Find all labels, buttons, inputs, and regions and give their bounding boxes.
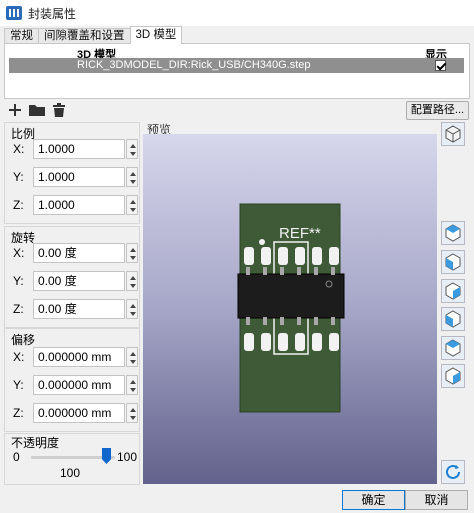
rotation-y-label: Y: [13, 274, 24, 288]
spin-down-icon[interactable] [130, 312, 136, 316]
spin-down-icon[interactable] [130, 208, 136, 212]
rotation-x-label: X: [13, 246, 25, 260]
scale-z-label: Z: [13, 198, 24, 212]
spin-down-icon[interactable] [130, 360, 136, 364]
rotation-z-input[interactable]: 0.00 度 [33, 299, 125, 319]
model-table: 3D 模型 显示 RICK_3DMODEL_DIR:Rick_USB/CH340… [4, 43, 470, 99]
offset-y-input[interactable]: 0.000000 mm [33, 375, 125, 395]
spin-up-icon[interactable] [130, 304, 136, 308]
view-right-icon[interactable] [441, 307, 465, 331]
tab-bar: 常规 间隙覆盖和设置 3D 模型 [4, 26, 183, 44]
rotation-z-row: Z: 0.00 度 [9, 299, 138, 319]
offset-z-input[interactable]: 0.000000 mm [33, 403, 125, 423]
spin-up-icon[interactable] [130, 172, 136, 176]
scale-x-label: X: [13, 142, 25, 156]
rotation-group: 旋转 X: 0.00 度 Y: 0.00 度 Z: 0.00 度 [4, 226, 140, 328]
scale-x-spinner[interactable] [126, 139, 138, 159]
view-top-icon[interactable] [441, 221, 465, 245]
scale-y-row: Y: 1.0000 [9, 167, 138, 187]
scale-x-input[interactable]: 1.0000 [33, 139, 125, 159]
spin-down-icon[interactable] [130, 256, 136, 260]
rotation-y-spinner[interactable] [126, 271, 138, 291]
view-left-icon[interactable] [441, 279, 465, 303]
offset-z-row: Z: 0.000000 mm [9, 403, 138, 423]
scale-x-row: X: 1.0000 [9, 139, 138, 159]
spin-down-icon[interactable] [130, 416, 136, 420]
chip-body [237, 273, 345, 319]
ok-button[interactable]: 确定 [342, 490, 405, 510]
offset-y-row: Y: 0.000000 mm [9, 375, 138, 395]
opacity-group: 不透明度 0 100 100 [4, 433, 140, 485]
app-icon [6, 6, 22, 20]
offset-y-label: Y: [13, 378, 24, 392]
scale-group: 比例 X: 1.0000 Y: 1.0000 Z: 1.0000 [4, 122, 140, 224]
spin-down-icon[interactable] [130, 180, 136, 184]
spin-up-icon[interactable] [130, 248, 136, 252]
trash-icon[interactable] [50, 101, 68, 119]
pin1-marker [259, 239, 265, 245]
scale-y-input[interactable]: 1.0000 [33, 167, 125, 187]
scale-y-label: Y: [13, 170, 24, 184]
reload-icon[interactable] [441, 460, 465, 484]
rotation-x-spinner[interactable] [126, 243, 138, 263]
ref-text: REF** [279, 225, 321, 242]
plus-icon[interactable] [6, 101, 24, 119]
spin-down-icon[interactable] [130, 388, 136, 392]
show-checkbox[interactable] [435, 60, 446, 71]
cancel-button[interactable]: 取消 [405, 490, 468, 510]
offset-x-spinner[interactable] [126, 347, 138, 367]
spin-up-icon[interactable] [130, 380, 136, 384]
tab-general[interactable]: 常规 [4, 28, 39, 44]
footprint-render: REF** [237, 203, 345, 413]
3d-preview[interactable]: REF** [143, 134, 437, 484]
scale-z-spinner[interactable] [126, 195, 138, 215]
folder-icon[interactable] [28, 101, 46, 119]
offset-title: 偏移 [11, 333, 36, 347]
spin-up-icon[interactable] [130, 200, 136, 204]
opacity-title: 不透明度 [11, 436, 60, 450]
opacity-slider-thumb[interactable] [102, 448, 111, 464]
offset-group: 偏移 X: 0.000000 mm Y: 0.000000 mm Z: 0.00… [4, 328, 140, 432]
tab-clearance[interactable]: 间隙覆盖和设置 [38, 28, 131, 44]
scale-z-row: Z: 1.0000 [9, 195, 138, 215]
offset-y-spinner[interactable] [126, 375, 138, 395]
opacity-max-label: 100 [117, 450, 138, 464]
rotation-y-row: Y: 0.00 度 [9, 271, 138, 291]
spin-up-icon[interactable] [130, 352, 136, 356]
rotation-x-row: X: 0.00 度 [9, 243, 138, 263]
rotation-z-label: Z: [13, 302, 24, 316]
scale-z-input[interactable]: 1.0000 [33, 195, 125, 215]
view-bottom-icon[interactable] [441, 250, 465, 274]
offset-z-spinner[interactable] [126, 403, 138, 423]
view-back-icon[interactable] [441, 364, 465, 388]
model-toolbar [6, 101, 68, 119]
offset-x-row: X: 0.000000 mm [9, 347, 138, 367]
spin-up-icon[interactable] [130, 144, 136, 148]
opacity-value: 100 [60, 466, 81, 480]
model-path[interactable]: RICK_3DMODEL_DIR:Rick_USB/CH340G.step [77, 58, 311, 73]
spin-down-icon[interactable] [130, 152, 136, 156]
opacity-min-label: 0 [13, 450, 20, 464]
rotation-z-spinner[interactable] [126, 299, 138, 319]
rotation-x-input[interactable]: 0.00 度 [33, 243, 125, 263]
title-bar: 封装属性 [0, 0, 474, 26]
offset-z-label: Z: [13, 406, 24, 420]
configure-paths-button[interactable]: 配置路径... [406, 101, 469, 120]
spin-up-icon[interactable] [130, 276, 136, 280]
offset-x-label: X: [13, 350, 25, 364]
tab-3d-model[interactable]: 3D 模型 [129, 26, 183, 44]
window-title: 封装属性 [28, 6, 77, 21]
view-front-icon[interactable] [441, 336, 465, 360]
offset-x-input[interactable]: 0.000000 mm [33, 347, 125, 367]
spin-up-icon[interactable] [130, 408, 136, 412]
view-iso-icon[interactable] [441, 122, 465, 146]
model-row[interactable]: RICK_3DMODEL_DIR:Rick_USB/CH340G.step [9, 58, 464, 73]
rotation-y-input[interactable]: 0.00 度 [33, 271, 125, 291]
spin-down-icon[interactable] [130, 284, 136, 288]
scale-y-spinner[interactable] [126, 167, 138, 187]
